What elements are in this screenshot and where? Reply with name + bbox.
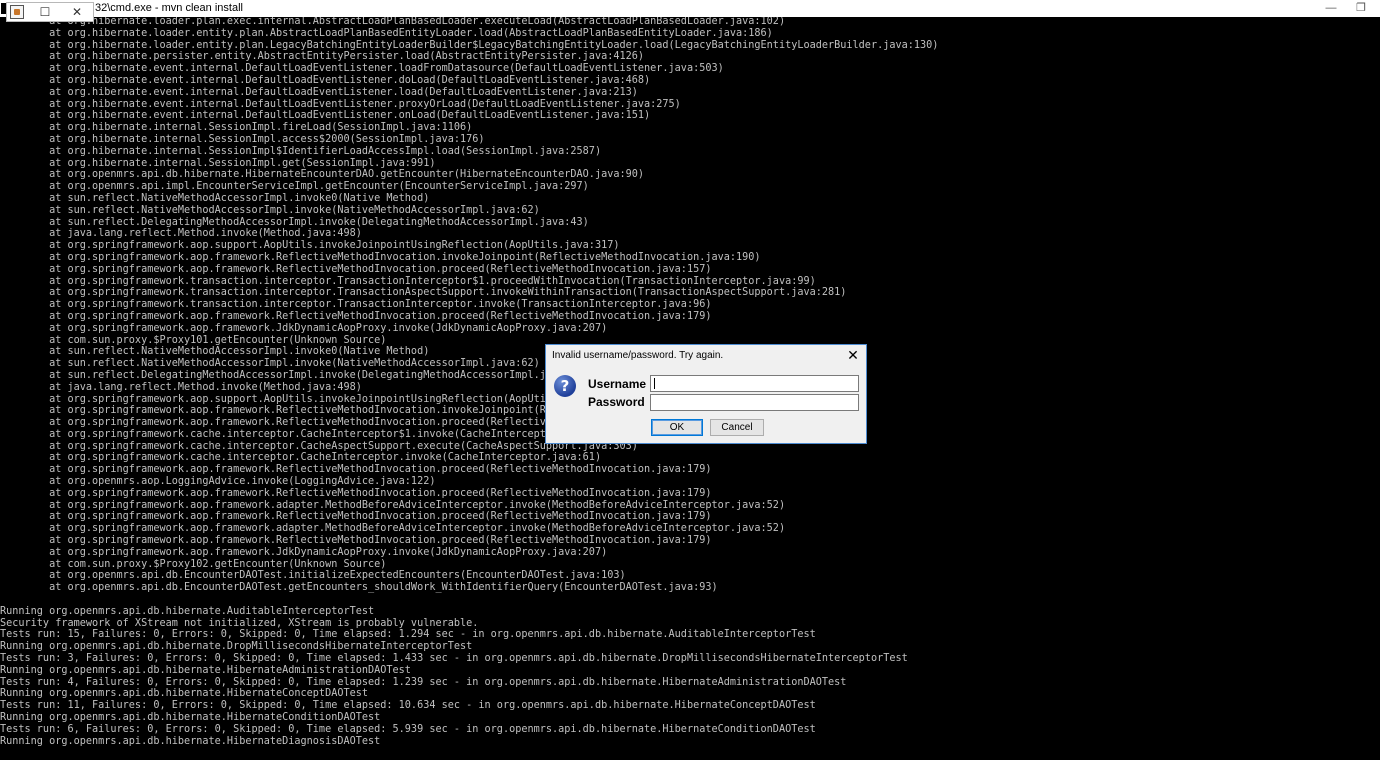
console-line: at org.hibernate.internal.SessionImpl.fi… — [0, 122, 473, 134]
password-label: Password — [588, 395, 645, 409]
ok-button[interactable]: OK — [651, 419, 703, 436]
console-line: at org.springframework.aop.framework.Ref… — [0, 251, 761, 263]
login-dialog: Invalid username/password. Try again. ✕ … — [545, 344, 867, 444]
console-line: at org.hibernate.loader.entity.plan.Lega… — [0, 39, 939, 51]
console-line: at org.openmrs.api.db.EncounterDAOTest.i… — [0, 570, 626, 582]
desktop-screen: at org.hibernate.loader.plan.exec.intern… — [0, 0, 1380, 760]
console-line: at org.hibernate.event.internal.DefaultL… — [0, 110, 651, 122]
console-line: at org.springframework.cache.interceptor… — [0, 452, 602, 464]
console-line: at org.springframework.aop.framework.Ref… — [0, 535, 712, 547]
console-line: Tests run: 11, Failures: 0, Errors: 0, S… — [0, 700, 816, 712]
close-icon[interactable]: ✕ — [67, 4, 87, 20]
console-line: Tests run: 15, Failures: 0, Errors: 0, S… — [0, 629, 816, 641]
console-line: at org.openmrs.api.db.hibernate.Hibernat… — [0, 169, 645, 181]
console-line: at org.springframework.transaction.inter… — [0, 275, 816, 287]
maximize-icon[interactable]: ☐ — [35, 4, 55, 20]
console-line: Running org.openmrs.api.db.hibernate.Hib… — [0, 712, 381, 724]
console-line: at org.hibernate.internal.SessionImpl$Id… — [0, 145, 602, 157]
console-line: at org.springframework.aop.framework.ada… — [0, 499, 786, 511]
console-line: at org.springframework.aop.framework.Ref… — [0, 487, 712, 499]
console-title-bar[interactable]: 32\cmd.exe - mvn clean install — ❐ — [0, 0, 1380, 17]
console-line: at org.hibernate.internal.SessionImpl.ge… — [0, 157, 436, 169]
console-line: Running org.openmrs.api.db.hibernate.Hib… — [0, 688, 369, 700]
console-line: at java.lang.reflect.Method.invoke(Metho… — [0, 228, 362, 240]
restore-icon[interactable]: ❐ — [1346, 0, 1376, 17]
console-line: at org.springframework.aop.framework.Ref… — [0, 511, 712, 523]
console-line: Tests run: 4, Failures: 0, Errors: 0, Sk… — [0, 676, 847, 688]
console-line: at org.springframework.aop.framework.Jdk… — [0, 322, 608, 334]
console-line: at sun.reflect.NativeMethodAccessorImpl.… — [0, 204, 540, 216]
question-icon: ? — [554, 375, 576, 397]
console-line: at sun.reflect.DelegatingMethodAccessorI… — [0, 216, 589, 228]
console-line: at org.openmrs.api.impl.EncounterService… — [0, 181, 589, 193]
console-line: at org.hibernate.loader.entity.plan.Abst… — [0, 27, 773, 39]
console-line: at org.springframework.transaction.inter… — [0, 299, 712, 311]
console-line: at org.openmrs.aop.LoggingAdvice.invoke(… — [0, 476, 436, 488]
console-line: at org.openmrs.api.db.EncounterDAOTest.g… — [0, 582, 718, 594]
console-line: at org.springframework.aop.framework.Ref… — [0, 263, 712, 275]
text-caret — [654, 378, 655, 389]
console-line: Running org.openmrs.api.db.hibernate.Dro… — [0, 641, 473, 653]
console-line: at org.springframework.aop.framework.Ref… — [0, 310, 712, 322]
password-field[interactable] — [650, 394, 859, 411]
dialog-close-icon[interactable]: ✕ — [844, 346, 862, 364]
console-line: at org.hibernate.event.internal.DefaultL… — [0, 74, 651, 86]
console-line: Security framework of XStream not initia… — [0, 617, 479, 629]
console-line: at org.hibernate.event.internal.DefaultL… — [0, 63, 724, 75]
console-line: at org.hibernate.loader.plan.exec.intern… — [0, 16, 786, 27]
console-line: Running org.openmrs.api.db.hibernate.Hib… — [0, 735, 381, 747]
console-line: at org.springframework.transaction.inter… — [0, 287, 847, 299]
console-line: at sun.reflect.NativeMethodAccessorImpl.… — [0, 192, 430, 204]
username-field[interactable] — [650, 375, 859, 392]
console-line: at org.hibernate.event.internal.DefaultL… — [0, 98, 681, 110]
console-line: at org.springframework.aop.framework.Ref… — [0, 464, 712, 476]
console-line: Running org.openmrs.api.db.hibernate.Hib… — [0, 664, 411, 676]
minimize-icon[interactable]: — — [1316, 0, 1346, 17]
console-line: at org.springframework.aop.support.AopUt… — [0, 240, 620, 252]
cancel-button[interactable]: Cancel — [710, 419, 764, 436]
java-app-icon — [10, 5, 24, 19]
console-line: at org.hibernate.event.internal.DefaultL… — [0, 86, 638, 98]
dialog-title: Invalid username/password. Try again. — [552, 350, 724, 361]
java-mini-window[interactable]: ☐ ✕ — [6, 2, 94, 22]
console-line: at org.hibernate.persister.entity.Abstra… — [0, 51, 645, 63]
console-line: Tests run: 6, Failures: 0, Errors: 0, Sk… — [0, 723, 816, 735]
console-line: at com.sun.proxy.$Proxy102.getEncounter(… — [0, 558, 387, 570]
window-title: 32\cmd.exe - mvn clean install — [95, 2, 243, 14]
username-label: Username — [588, 377, 647, 391]
console-line: at org.springframework.aop.framework.ada… — [0, 523, 786, 535]
dialog-body: ? Username Password OK Cancel — [546, 365, 866, 443]
console-line: Tests run: 3, Failures: 0, Errors: 0, Sk… — [0, 653, 908, 665]
console-line: at org.springframework.aop.framework.Jdk… — [0, 546, 608, 558]
console-line: at org.hibernate.internal.SessionImpl.ac… — [0, 133, 485, 145]
console-line: Running org.openmrs.api.db.hibernate.Aud… — [0, 605, 375, 617]
